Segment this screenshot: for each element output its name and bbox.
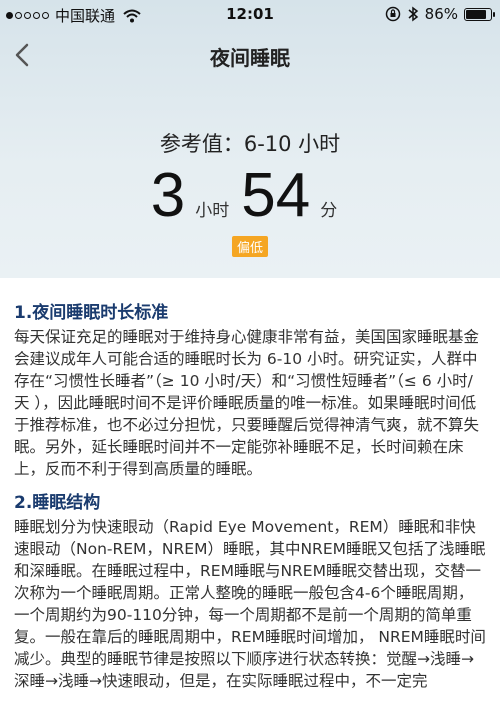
section-body: 睡眠划分为快速眼动（Rapid Eye Movement，REM）睡眠和非快速眼… [14, 518, 486, 690]
page-title: 夜间睡眠 [210, 46, 290, 70]
orientation-lock-icon [385, 6, 400, 22]
section-body: 每天保证充足的睡眠对于维持身心健康非常有益，美国国家睡眠基金会建议成年人可能合适… [14, 328, 480, 478]
sleep-minutes-value: 54 [241, 161, 311, 230]
hours-unit: 小时 [195, 201, 230, 221]
navigation-bar: 夜间睡眠 [0, 28, 500, 84]
battery-percent: 86% [424, 5, 458, 23]
sleep-duration: 3 小时 54 分 [0, 160, 500, 230]
reference-value: 参考值：6-10 小时 [159, 132, 341, 156]
status-bar: 中国联通 12:01 86% [0, 0, 500, 28]
article-content: 1.夜间睡眠时长标准 每天保证充足的睡眠对于维持身心健康非常有益，美国国家睡眠基… [14, 302, 486, 692]
section-title: 1.夜间睡眠时长标准 [14, 303, 169, 323]
bluetooth-icon [408, 6, 418, 22]
battery-icon [464, 7, 495, 21]
section-title: 2.睡眠结构 [14, 493, 101, 513]
minutes-unit: 分 [320, 201, 338, 221]
status-badge: 偏低 [231, 236, 269, 257]
sleep-hours-value: 3 [150, 161, 186, 230]
